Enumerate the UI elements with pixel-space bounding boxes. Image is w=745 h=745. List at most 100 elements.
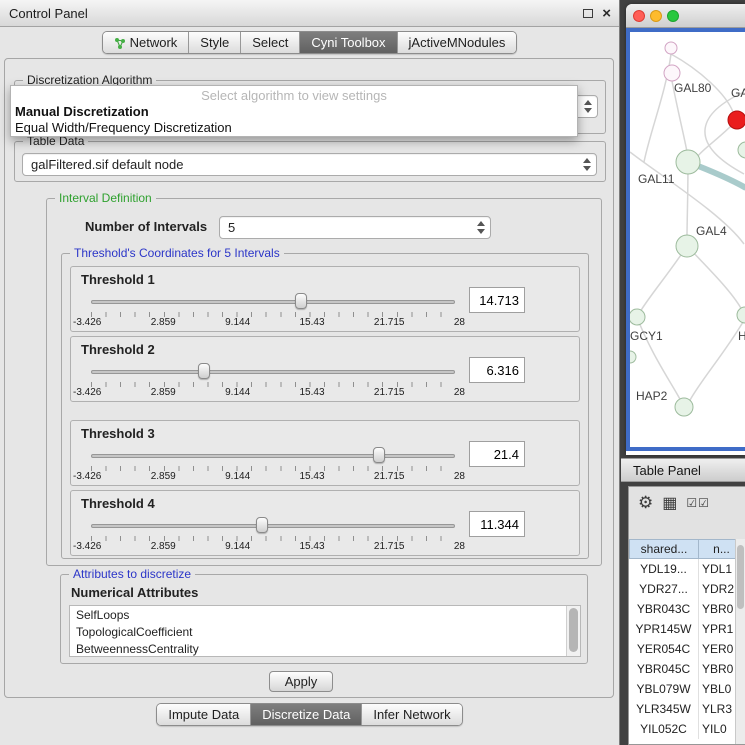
table-cell[interactable]: YLR3 <box>699 699 735 719</box>
table-panel: ⚙ ▦ ☑☑ shared... n... YDL19... YDL1 YDR2… <box>628 486 745 745</box>
threshold-1-slider[interactable] <box>91 293 455 311</box>
minimize-traffic-light-icon[interactable] <box>650 10 662 22</box>
slider-track[interactable] <box>91 300 455 304</box>
tab-jactivemnodules[interactable]: jActiveMNodules <box>397 32 517 53</box>
threshold-4-slider[interactable] <box>91 517 455 535</box>
table-data-value: galFiltered.sif default node <box>31 157 183 172</box>
network-view-window: GAL80 GA GAL11 GAL4 GCY1 H HAP2 <box>626 4 745 455</box>
number-of-intervals-combobox[interactable]: 5 <box>219 216 491 239</box>
tab-network[interactable]: Network <box>103 32 189 53</box>
list-item[interactable]: BetweennessCentrality <box>70 640 580 657</box>
tab-style[interactable]: Style <box>188 32 240 53</box>
apply-button[interactable]: Apply <box>269 671 333 692</box>
table-cell[interactable]: YLR345W <box>629 699 699 719</box>
scale-label: 21.715 <box>374 387 405 398</box>
threshold-1-value-input[interactable] <box>469 287 525 313</box>
slider-thumb[interactable] <box>373 447 385 463</box>
table-scrollbar[interactable] <box>735 539 745 744</box>
scale-label: 9.144 <box>225 317 250 328</box>
tab-label: Discretize Data <box>262 707 350 722</box>
close-icon[interactable]: × <box>602 6 611 21</box>
column-header-shared-name[interactable]: shared... <box>629 539 699 559</box>
tab-infer-network[interactable]: Infer Network <box>361 704 461 725</box>
combo-stepper-icon[interactable] <box>584 100 592 113</box>
table-data-combobox[interactable]: galFiltered.sif default node <box>22 153 597 176</box>
dropdown-option-manual-discretization[interactable]: Manual Discretization <box>11 103 577 119</box>
table-row[interactable]: YIL052C YIL0 <box>629 719 735 739</box>
float-window-icon[interactable] <box>583 9 593 18</box>
table-body: YDL19... YDL1 YDR27... YDR2 YBR043C YBR0… <box>629 559 735 744</box>
table-row[interactable]: YDR27... YDR2 <box>629 579 735 599</box>
top-tab-bar: Network Style Select Cyni Toolbox jActiv… <box>0 31 619 54</box>
tab-discretize-data[interactable]: Discretize Data <box>250 704 361 725</box>
table-cell[interactable]: YDR27... <box>629 579 699 599</box>
scale-label: -3.426 <box>73 541 101 552</box>
slider-scale: -3.426 2.859 9.144 15.43 21.715 28 <box>73 387 465 398</box>
slider-thumb[interactable] <box>256 517 268 533</box>
table-cell[interactable]: YER0 <box>699 639 735 659</box>
table-panel-titlebar: Table Panel <box>621 458 745 482</box>
tab-cyni-toolbox[interactable]: Cyni Toolbox <box>299 32 396 53</box>
slider-track[interactable] <box>91 370 455 374</box>
scale-label: 15.43 <box>300 317 325 328</box>
slider-scale: -3.426 2.859 9.144 15.43 21.715 28 <box>73 471 465 482</box>
scale-label: 21.715 <box>374 471 405 482</box>
table-cell[interactable]: YBL079W <box>629 679 699 699</box>
combo-stepper-icon[interactable] <box>583 158 591 171</box>
table-cell[interactable]: YBR0 <box>699 659 735 679</box>
table-cell[interactable]: YER054C <box>629 639 699 659</box>
table-row[interactable]: YER054C YER0 <box>629 639 735 659</box>
list-item[interactable]: SelfLoops <box>70 606 580 623</box>
node-label: HAP2 <box>636 389 667 403</box>
scale-label: 9.144 <box>225 471 250 482</box>
slider-track[interactable] <box>91 454 455 458</box>
numerical-attributes-label: Numerical Attributes <box>71 585 198 600</box>
threshold-4-panel: Threshold 4 -3.426 2.859 9.144 15.43 21.… <box>70 490 580 556</box>
table-cell[interactable]: YIL0 <box>699 719 735 739</box>
list-scrollbar[interactable] <box>566 606 580 656</box>
table-row[interactable]: YDL19... YDL1 <box>629 559 735 579</box>
slider-thumb[interactable] <box>198 363 210 379</box>
attributes-group: Attributes to discretize Numerical Attri… <box>60 574 588 664</box>
threshold-3-value-input[interactable] <box>469 441 525 467</box>
threshold-3-panel: Threshold 3 -3.426 2.859 9.144 15.43 21.… <box>70 420 580 486</box>
table-cell[interactable]: YDL19... <box>629 559 699 579</box>
table-cell[interactable]: YBR045C <box>629 659 699 679</box>
table-cell[interactable]: YDR2 <box>699 579 735 599</box>
number-of-intervals-value: 5 <box>228 220 235 235</box>
table-cell[interactable]: YDL1 <box>699 559 735 579</box>
threshold-4-value-input[interactable] <box>469 511 525 537</box>
gear-icon[interactable]: ⚙ <box>638 493 653 513</box>
select-columns-icon[interactable]: ☑☑ <box>686 496 710 510</box>
table-cell[interactable]: YBR043C <box>629 599 699 619</box>
threshold-3-slider[interactable] <box>91 447 455 465</box>
threshold-2-slider[interactable] <box>91 363 455 381</box>
tab-select[interactable]: Select <box>240 32 299 53</box>
table-row[interactable]: YPR145W YPR1 <box>629 619 735 639</box>
table-cell[interactable]: YBL0 <box>699 679 735 699</box>
table-row[interactable]: YBR043C YBR0 <box>629 599 735 619</box>
control-panel-title: Control Panel <box>9 6 88 21</box>
scale-label: 21.715 <box>374 317 405 328</box>
table-row[interactable]: YBR045C YBR0 <box>629 659 735 679</box>
threshold-3-label: Threshold 3 <box>81 426 155 441</box>
table-row[interactable]: YBL079W YBL0 <box>629 679 735 699</box>
threshold-2-panel: Threshold 2 -3.426 2.859 9.144 15.43 21.… <box>70 336 580 402</box>
table-row[interactable]: YLR345W YLR3 <box>629 699 735 719</box>
scale-label: 28 <box>454 387 465 398</box>
column-manager-icon[interactable]: ▦ <box>662 493 677 513</box>
slider-thumb[interactable] <box>295 293 307 309</box>
table-cell[interactable]: YIL052C <box>629 719 699 739</box>
table-cell[interactable]: YPR1 <box>699 619 735 639</box>
network-canvas[interactable]: GAL80 GA GAL11 GAL4 GCY1 H HAP2 <box>626 28 745 451</box>
table-cell[interactable]: YBR0 <box>699 599 735 619</box>
list-item[interactable]: TopologicalCoefficient <box>70 623 580 640</box>
table-cell[interactable]: YPR145W <box>629 619 699 639</box>
tab-impute-data[interactable]: Impute Data <box>157 704 250 725</box>
combo-stepper-icon[interactable] <box>477 221 485 234</box>
threshold-2-value-input[interactable] <box>469 357 525 383</box>
close-traffic-light-icon[interactable] <box>633 10 645 22</box>
slider-track[interactable] <box>91 524 455 528</box>
dropdown-option-equal-width-frequency[interactable]: Equal Width/Frequency Discretization <box>11 119 577 135</box>
zoom-traffic-light-icon[interactable] <box>667 10 679 22</box>
